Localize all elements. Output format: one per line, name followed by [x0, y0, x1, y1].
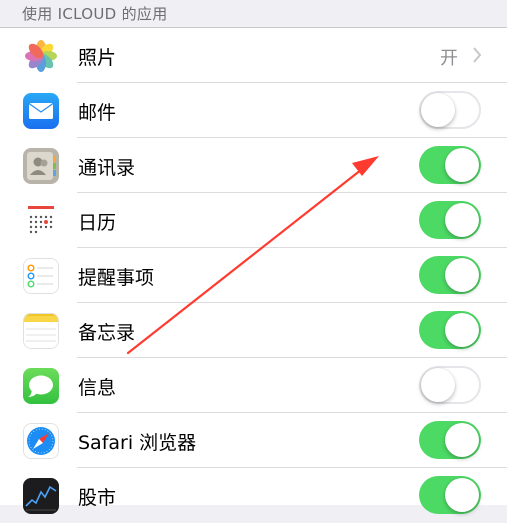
toggle-knob [445, 258, 479, 292]
calendar-toggle[interactable] [419, 201, 481, 239]
section-header-label: 使用 ICLOUD 的应用 [22, 5, 168, 23]
chevron-right-icon [473, 47, 482, 63]
messages-toggle[interactable] [419, 366, 481, 404]
row-label: 邮件 [78, 102, 117, 124]
row-label: 股市 [78, 487, 117, 509]
mail-toggle[interactable] [419, 91, 481, 129]
row-calendar: 日历 [0, 193, 507, 248]
row-label: 提醒事项 [78, 267, 155, 289]
reminders-toggle[interactable] [419, 256, 481, 294]
row-safari: Safari 浏览器 [0, 413, 507, 468]
toggle-knob [445, 423, 479, 457]
row-label: 通讯录 [78, 157, 136, 179]
stocks-toggle[interactable] [419, 476, 481, 514]
row-mail: 邮件 [0, 83, 507, 138]
toggle-knob [421, 93, 455, 127]
icloud-apps-list: 照片 开 邮件 通讯录 日历 提醒事项 备忘录 信息 Safari 浏览器 股市 [0, 28, 507, 514]
toggle-knob [445, 148, 479, 182]
notes-icon [23, 313, 59, 349]
row-messages: 信息 [0, 358, 507, 413]
row-contacts: 通讯录 [0, 138, 507, 193]
row-label: 信息 [78, 377, 117, 399]
calendar-icon [23, 203, 59, 239]
stocks-icon [23, 478, 59, 514]
safari-toggle[interactable] [419, 421, 481, 459]
reminders-icon [23, 258, 59, 294]
toggle-knob [445, 478, 479, 512]
row-notes: 备忘录 [0, 303, 507, 358]
row-label: 照片 [78, 47, 117, 69]
toggle-knob [445, 313, 479, 347]
toggle-knob [445, 203, 479, 237]
section-header: 使用 ICLOUD 的应用 [0, 0, 507, 28]
photos-icon [23, 38, 59, 74]
row-stocks: 股市 [0, 468, 507, 523]
row-label: 日历 [78, 212, 117, 234]
row-label: Safari 浏览器 [78, 432, 197, 454]
toggle-knob [421, 368, 455, 402]
contacts-toggle[interactable] [419, 146, 481, 184]
mail-icon [23, 93, 59, 129]
row-label: 备忘录 [78, 322, 136, 344]
row-reminders: 提醒事项 [0, 248, 507, 303]
messages-icon [23, 368, 59, 404]
notes-toggle[interactable] [419, 311, 481, 349]
contacts-icon [23, 148, 59, 184]
safari-icon [23, 423, 59, 459]
row-photos[interactable]: 照片 开 [0, 28, 507, 83]
row-value: 开 [440, 48, 458, 69]
